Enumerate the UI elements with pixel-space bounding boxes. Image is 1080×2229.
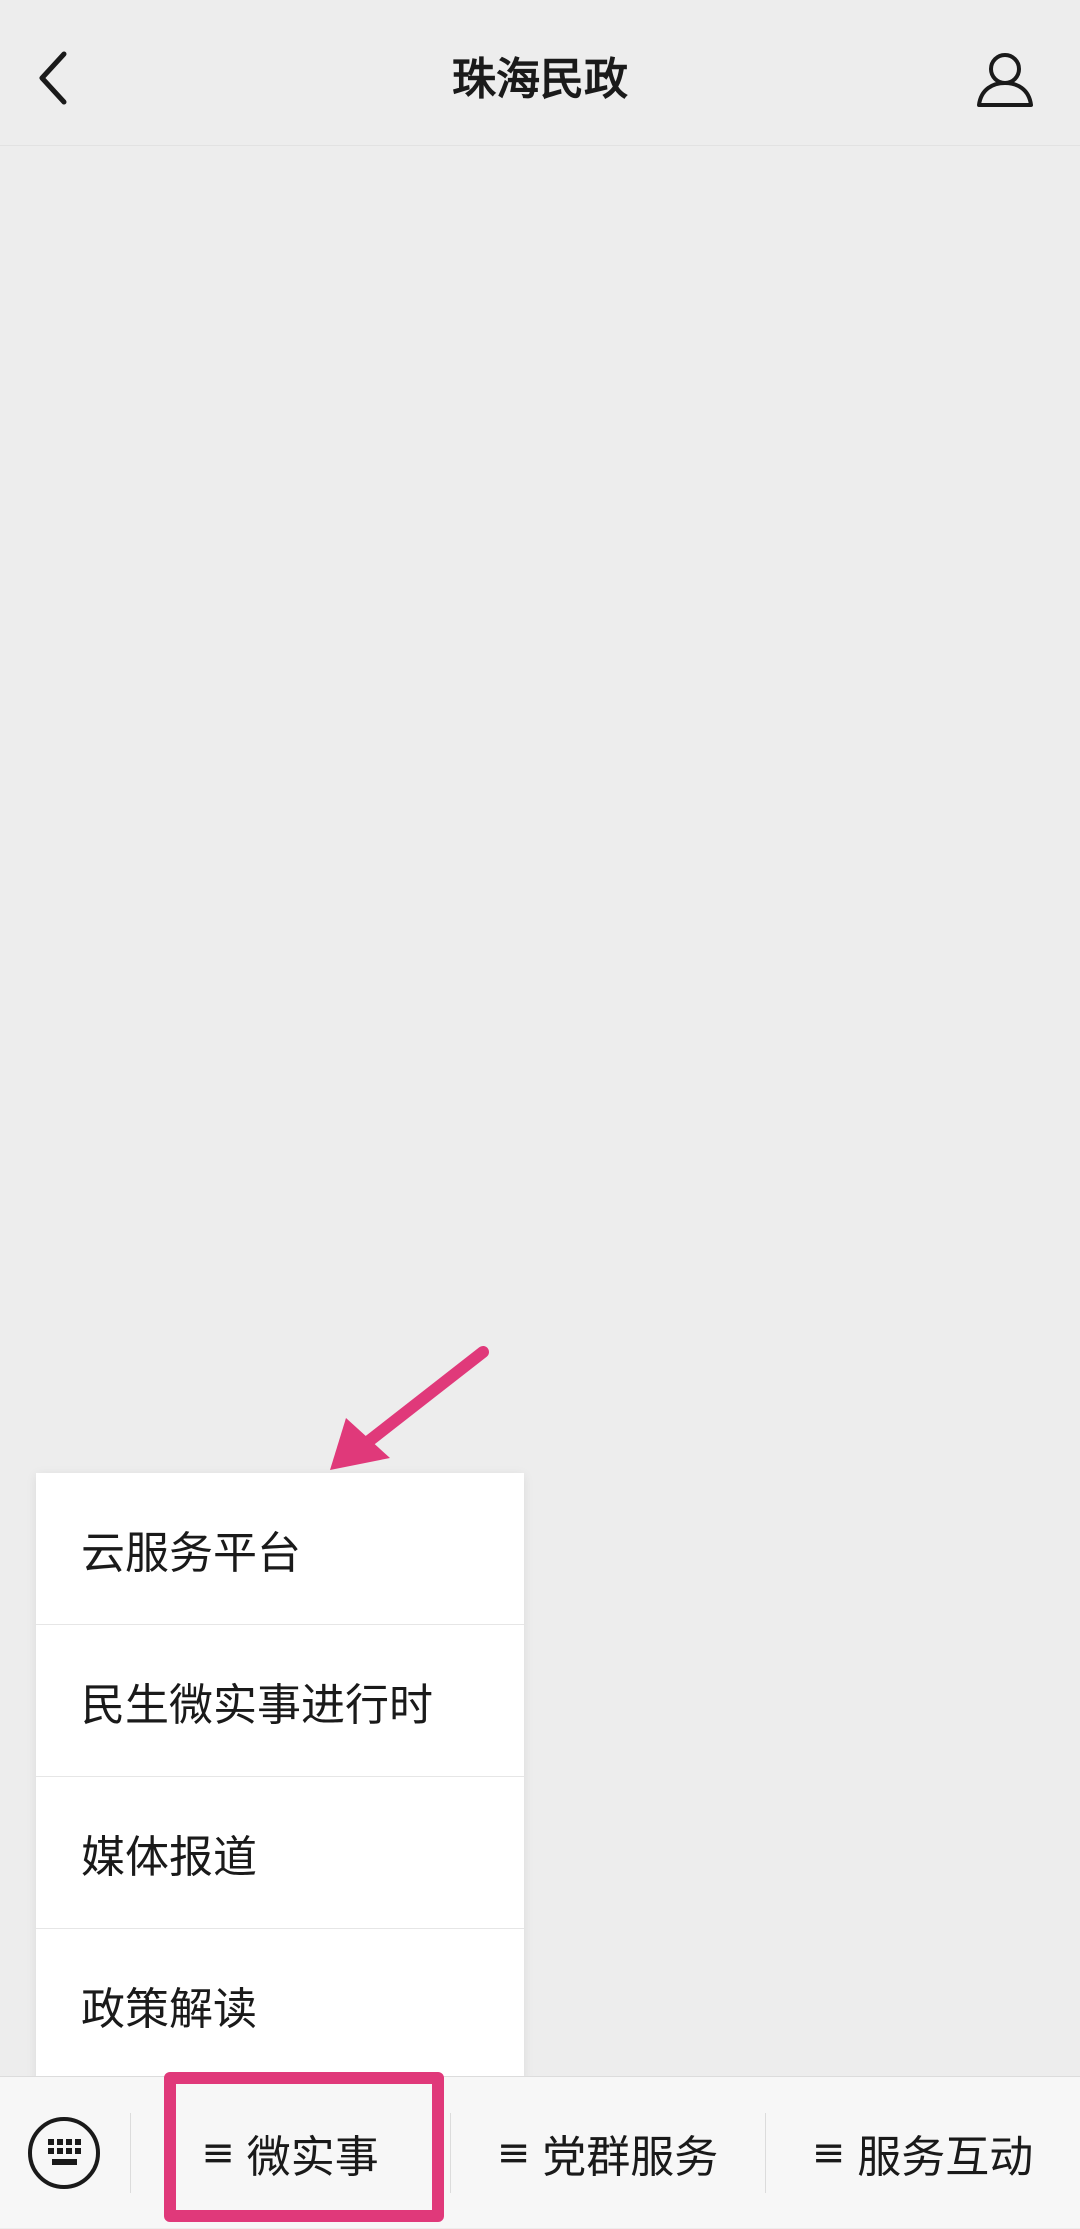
menu-item-label: 云服务平台 [81, 1527, 301, 1579]
submenu-popup: 云服务平台 民生微实事进行时 媒体报道 政策解读 [36, 1473, 524, 2081]
keyboard-toggle-button[interactable] [26, 2115, 102, 2191]
tab-service-interaction[interactable]: ≡ 服务互动 [765, 2077, 1080, 2229]
keyboard-icon [28, 2117, 100, 2189]
profile-button[interactable] [970, 44, 1040, 114]
highlight-annotation-box [164, 2072, 444, 2222]
menu-item-livelihood-progress[interactable]: 民生微实事进行时 [36, 1625, 524, 1777]
menu-item-label: 媒体报道 [81, 1831, 257, 1883]
menu-lines-icon: ≡ [811, 2130, 846, 2176]
menu-item-media-reports[interactable]: 媒体报道 [36, 1777, 524, 1929]
tab-label: 服务互动 [857, 2132, 1034, 2183]
top-navigation-bar: 珠海民政 [0, 0, 1080, 146]
tab-label: 党群服务 [542, 2132, 719, 2183]
person-icon [977, 53, 1033, 107]
page-title: 珠海民政 [452, 54, 628, 105]
pointer-arrow-annotation [330, 1346, 489, 1470]
tab-party-services[interactable]: ≡ 党群服务 [450, 2077, 765, 2229]
menu-item-policy-interpretation[interactable]: 政策解读 [36, 1929, 524, 2081]
menu-item-label: 民生微实事进行时 [81, 1679, 433, 1731]
menu-item-label: 政策解读 [81, 1984, 257, 2035]
menu-lines-icon: ≡ [496, 2130, 531, 2176]
bottom-menu-bar: ≡ 微实事 ≡ 党群服务 ≡ 服务互动 [0, 2076, 1080, 2228]
menu-item-cloud-service[interactable]: 云服务平台 [36, 1473, 524, 1625]
